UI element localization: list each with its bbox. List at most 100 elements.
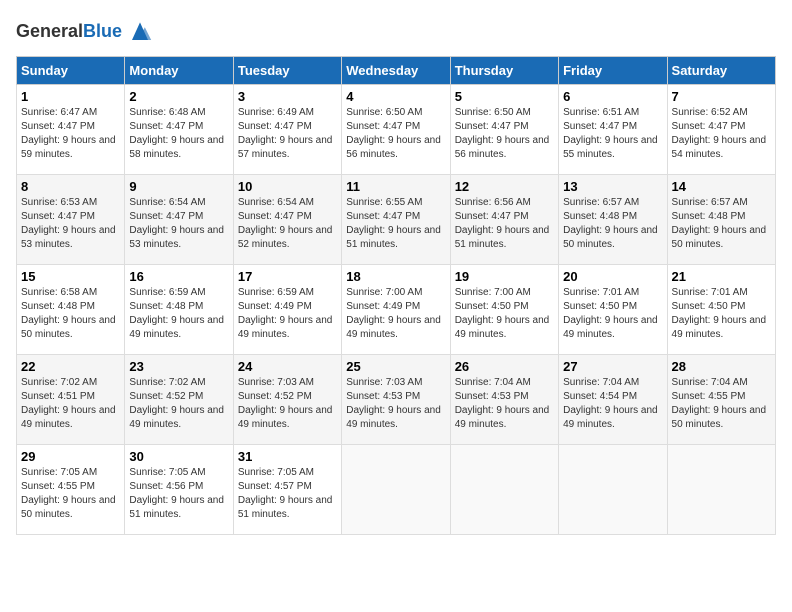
sunset-label: Sunset: 4:47 PM xyxy=(238,211,312,222)
calendar-cell: 26 Sunrise: 7:04 AM Sunset: 4:53 PM Dayl… xyxy=(450,355,558,445)
daylight-label: Daylight: 9 hours and 51 minutes. xyxy=(129,495,224,520)
day-info: Sunrise: 6:57 AM Sunset: 4:48 PM Dayligh… xyxy=(672,196,771,252)
calendar-cell: 15 Sunrise: 6:58 AM Sunset: 4:48 PM Dayl… xyxy=(17,265,125,355)
daylight-label: Daylight: 9 hours and 49 minutes. xyxy=(563,315,658,340)
day-info: Sunrise: 7:04 AM Sunset: 4:53 PM Dayligh… xyxy=(455,376,554,432)
sunset-label: Sunset: 4:48 PM xyxy=(563,211,637,222)
daylight-label: Daylight: 9 hours and 52 minutes. xyxy=(238,225,333,250)
daylight-label: Daylight: 9 hours and 49 minutes. xyxy=(672,315,767,340)
daylight-label: Daylight: 9 hours and 49 minutes. xyxy=(563,405,658,430)
daylight-label: Daylight: 9 hours and 56 minutes. xyxy=(455,135,550,160)
sunrise-label: Sunrise: 7:02 AM xyxy=(21,377,97,388)
calendar-cell: 9 Sunrise: 6:54 AM Sunset: 4:47 PM Dayli… xyxy=(125,175,233,265)
daylight-label: Daylight: 9 hours and 50 minutes. xyxy=(21,495,116,520)
day-number: 31 xyxy=(238,449,337,464)
sunrise-label: Sunrise: 7:04 AM xyxy=(455,377,531,388)
sunrise-label: Sunrise: 6:52 AM xyxy=(672,107,748,118)
sunset-label: Sunset: 4:53 PM xyxy=(346,391,420,402)
weekday-header-monday: Monday xyxy=(125,57,233,85)
calendar-week-4: 22 Sunrise: 7:02 AM Sunset: 4:51 PM Dayl… xyxy=(17,355,776,445)
day-number: 3 xyxy=(238,89,337,104)
daylight-label: Daylight: 9 hours and 57 minutes. xyxy=(238,135,333,160)
sunrise-label: Sunrise: 7:03 AM xyxy=(238,377,314,388)
calendar-cell xyxy=(450,445,558,535)
sunrise-label: Sunrise: 6:50 AM xyxy=(455,107,531,118)
calendar-cell: 10 Sunrise: 6:54 AM Sunset: 4:47 PM Dayl… xyxy=(233,175,341,265)
day-info: Sunrise: 6:51 AM Sunset: 4:47 PM Dayligh… xyxy=(563,106,662,162)
sunset-label: Sunset: 4:49 PM xyxy=(238,301,312,312)
day-info: Sunrise: 6:55 AM Sunset: 4:47 PM Dayligh… xyxy=(346,196,445,252)
calendar-cell: 31 Sunrise: 7:05 AM Sunset: 4:57 PM Dayl… xyxy=(233,445,341,535)
sunrise-label: Sunrise: 6:59 AM xyxy=(129,287,205,298)
sunset-label: Sunset: 4:54 PM xyxy=(563,391,637,402)
day-info: Sunrise: 7:04 AM Sunset: 4:54 PM Dayligh… xyxy=(563,376,662,432)
calendar-cell: 22 Sunrise: 7:02 AM Sunset: 4:51 PM Dayl… xyxy=(17,355,125,445)
sunrise-label: Sunrise: 7:03 AM xyxy=(346,377,422,388)
day-number: 22 xyxy=(21,359,120,374)
sunset-label: Sunset: 4:56 PM xyxy=(129,481,203,492)
sunrise-label: Sunrise: 7:00 AM xyxy=(455,287,531,298)
day-info: Sunrise: 6:56 AM Sunset: 4:47 PM Dayligh… xyxy=(455,196,554,252)
day-info: Sunrise: 6:50 AM Sunset: 4:47 PM Dayligh… xyxy=(455,106,554,162)
sunset-label: Sunset: 4:47 PM xyxy=(346,211,420,222)
sunrise-label: Sunrise: 6:55 AM xyxy=(346,197,422,208)
sunrise-label: Sunrise: 7:05 AM xyxy=(21,467,97,478)
day-number: 23 xyxy=(129,359,228,374)
daylight-label: Daylight: 9 hours and 49 minutes. xyxy=(455,315,550,340)
calendar-cell: 18 Sunrise: 7:00 AM Sunset: 4:49 PM Dayl… xyxy=(342,265,450,355)
weekday-header-friday: Friday xyxy=(559,57,667,85)
day-info: Sunrise: 6:54 AM Sunset: 4:47 PM Dayligh… xyxy=(129,196,228,252)
day-number: 13 xyxy=(563,179,662,194)
calendar-cell: 14 Sunrise: 6:57 AM Sunset: 4:48 PM Dayl… xyxy=(667,175,775,265)
day-info: Sunrise: 6:59 AM Sunset: 4:48 PM Dayligh… xyxy=(129,286,228,342)
sunrise-label: Sunrise: 6:54 AM xyxy=(238,197,314,208)
daylight-label: Daylight: 9 hours and 49 minutes. xyxy=(238,405,333,430)
day-number: 27 xyxy=(563,359,662,374)
weekday-header-tuesday: Tuesday xyxy=(233,57,341,85)
calendar-cell: 11 Sunrise: 6:55 AM Sunset: 4:47 PM Dayl… xyxy=(342,175,450,265)
page-header: GeneralBlue xyxy=(16,16,776,48)
day-info: Sunrise: 6:49 AM Sunset: 4:47 PM Dayligh… xyxy=(238,106,337,162)
daylight-label: Daylight: 9 hours and 49 minutes. xyxy=(129,315,224,340)
calendar-week-1: 1 Sunrise: 6:47 AM Sunset: 4:47 PM Dayli… xyxy=(17,85,776,175)
day-info: Sunrise: 7:04 AM Sunset: 4:55 PM Dayligh… xyxy=(672,376,771,432)
day-number: 11 xyxy=(346,179,445,194)
weekday-header-thursday: Thursday xyxy=(450,57,558,85)
sunset-label: Sunset: 4:47 PM xyxy=(21,211,95,222)
daylight-label: Daylight: 9 hours and 50 minutes. xyxy=(672,225,767,250)
calendar-cell: 23 Sunrise: 7:02 AM Sunset: 4:52 PM Dayl… xyxy=(125,355,233,445)
daylight-label: Daylight: 9 hours and 53 minutes. xyxy=(129,225,224,250)
sunrise-label: Sunrise: 6:59 AM xyxy=(238,287,314,298)
sunrise-label: Sunrise: 6:57 AM xyxy=(563,197,639,208)
day-number: 18 xyxy=(346,269,445,284)
daylight-label: Daylight: 9 hours and 50 minutes. xyxy=(563,225,658,250)
calendar-cell: 12 Sunrise: 6:56 AM Sunset: 4:47 PM Dayl… xyxy=(450,175,558,265)
daylight-label: Daylight: 9 hours and 51 minutes. xyxy=(346,225,441,250)
calendar-cell: 21 Sunrise: 7:01 AM Sunset: 4:50 PM Dayl… xyxy=(667,265,775,355)
sunrise-label: Sunrise: 7:04 AM xyxy=(563,377,639,388)
day-number: 20 xyxy=(563,269,662,284)
day-number: 25 xyxy=(346,359,445,374)
sunset-label: Sunset: 4:50 PM xyxy=(455,301,529,312)
calendar-table: SundayMondayTuesdayWednesdayThursdayFrid… xyxy=(16,56,776,535)
daylight-label: Daylight: 9 hours and 53 minutes. xyxy=(21,225,116,250)
day-info: Sunrise: 7:03 AM Sunset: 4:53 PM Dayligh… xyxy=(346,376,445,432)
sunset-label: Sunset: 4:57 PM xyxy=(238,481,312,492)
sunset-label: Sunset: 4:48 PM xyxy=(21,301,95,312)
weekday-header-saturday: Saturday xyxy=(667,57,775,85)
daylight-label: Daylight: 9 hours and 49 minutes. xyxy=(346,315,441,340)
sunset-label: Sunset: 4:47 PM xyxy=(129,121,203,132)
day-info: Sunrise: 7:02 AM Sunset: 4:51 PM Dayligh… xyxy=(21,376,120,432)
calendar-cell: 6 Sunrise: 6:51 AM Sunset: 4:47 PM Dayli… xyxy=(559,85,667,175)
sunset-label: Sunset: 4:53 PM xyxy=(455,391,529,402)
weekday-header-sunday: Sunday xyxy=(17,57,125,85)
day-info: Sunrise: 6:50 AM Sunset: 4:47 PM Dayligh… xyxy=(346,106,445,162)
day-number: 19 xyxy=(455,269,554,284)
calendar-cell: 2 Sunrise: 6:48 AM Sunset: 4:47 PM Dayli… xyxy=(125,85,233,175)
sunrise-label: Sunrise: 6:53 AM xyxy=(21,197,97,208)
calendar-cell: 8 Sunrise: 6:53 AM Sunset: 4:47 PM Dayli… xyxy=(17,175,125,265)
sunrise-label: Sunrise: 7:01 AM xyxy=(563,287,639,298)
calendar-cell: 4 Sunrise: 6:50 AM Sunset: 4:47 PM Dayli… xyxy=(342,85,450,175)
sunset-label: Sunset: 4:47 PM xyxy=(563,121,637,132)
sunset-label: Sunset: 4:48 PM xyxy=(672,211,746,222)
